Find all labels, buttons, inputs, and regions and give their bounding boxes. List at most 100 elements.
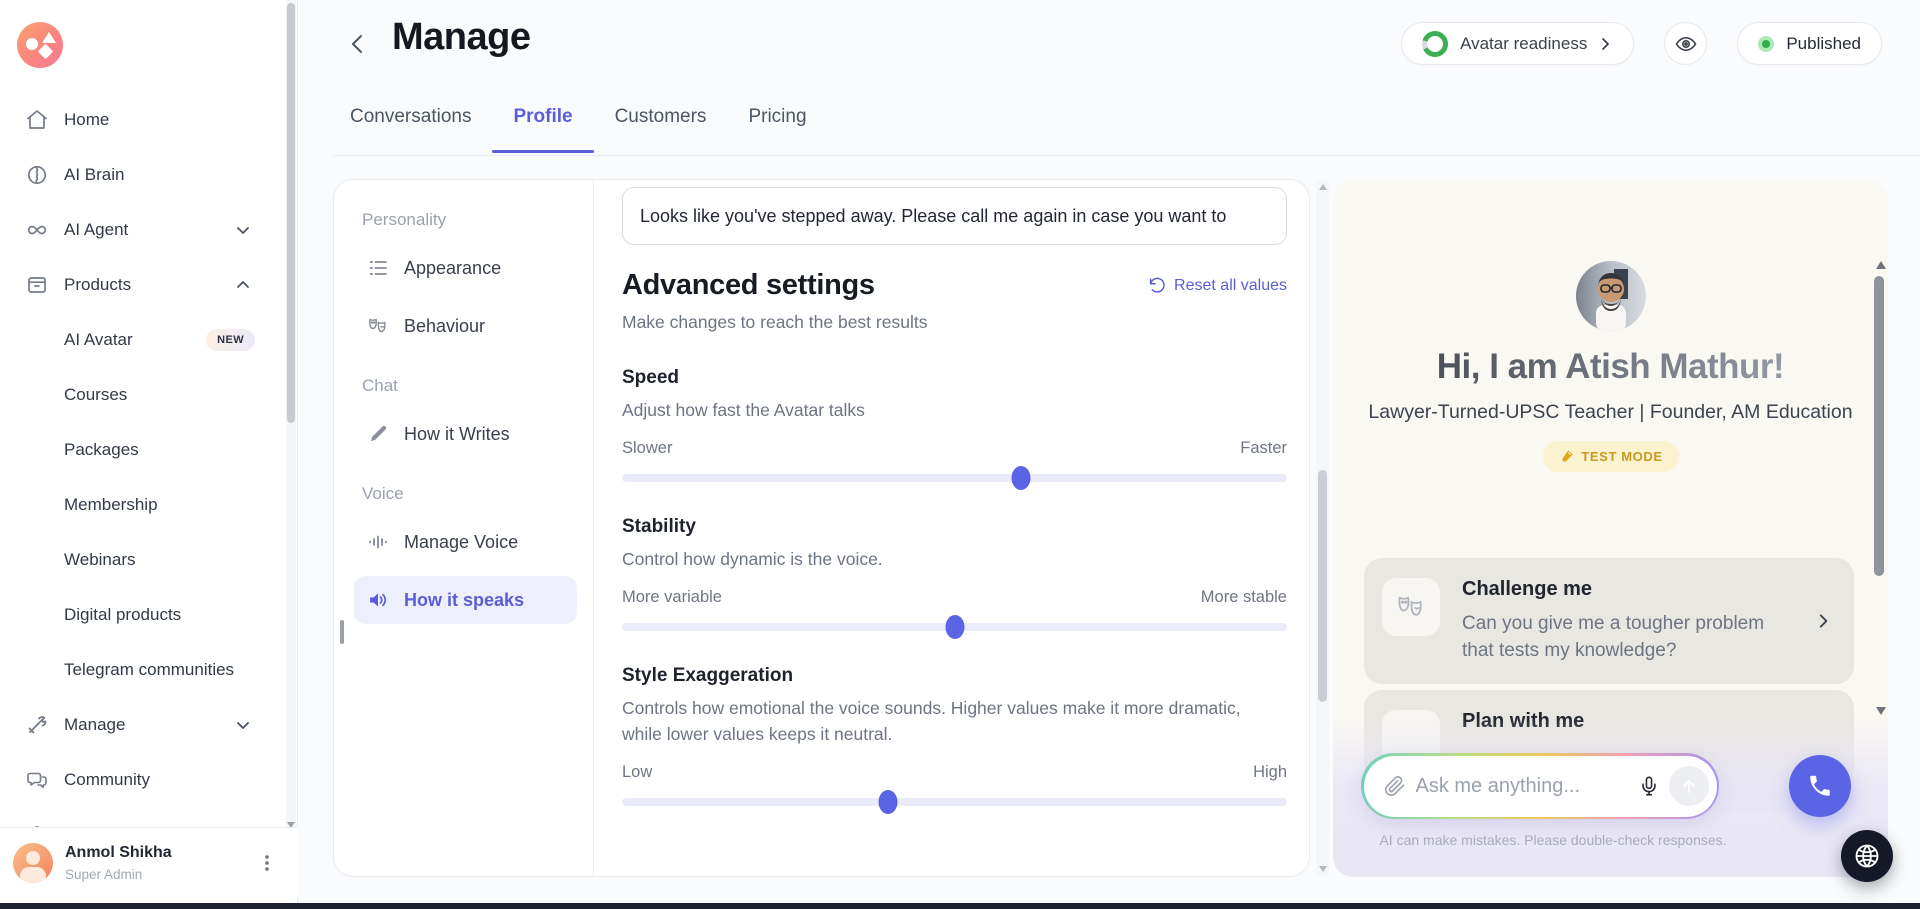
mic-icon[interactable] bbox=[1633, 770, 1665, 802]
panel-scrollbar-down-arrow[interactable] bbox=[1876, 707, 1886, 715]
sidebar-scrollbar[interactable] bbox=[286, 0, 296, 830]
logo-diamond-shape bbox=[38, 44, 54, 60]
style-exaggeration-slider[interactable] bbox=[622, 798, 1287, 806]
chevron-right-icon bbox=[1814, 612, 1832, 630]
panel-scrollbar-up-arrow[interactable] bbox=[1876, 261, 1886, 269]
tab-pricing[interactable]: Pricing bbox=[748, 100, 806, 134]
page-title: Manage bbox=[392, 16, 530, 59]
assistant-greeting: Hi, I am Atish Mathur! bbox=[1333, 347, 1888, 387]
published-dot-icon bbox=[1758, 36, 1774, 52]
tab-profile[interactable]: Profile bbox=[513, 100, 572, 134]
settings-nav-how-it-writes[interactable]: How it Writes bbox=[354, 410, 577, 458]
sidebar-scrollbar-thumb[interactable] bbox=[287, 3, 295, 423]
settings-nav-behaviour[interactable]: Behaviour bbox=[354, 302, 577, 350]
home-icon bbox=[25, 108, 49, 132]
preview-eye-button[interactable] bbox=[1664, 22, 1707, 65]
chat-bubbles-icon bbox=[25, 768, 49, 792]
paperclip-icon[interactable] bbox=[1384, 775, 1406, 797]
card-title: Plan with me bbox=[1462, 710, 1584, 733]
reset-all-values-button[interactable]: Reset all values bbox=[1148, 277, 1287, 295]
app-logo[interactable] bbox=[17, 22, 63, 68]
tools-icon bbox=[25, 713, 49, 737]
sidebar-item-label: Products bbox=[64, 275, 131, 295]
sidebar-item-label: Manage bbox=[64, 715, 125, 735]
header-actions: Avatar readiness Published bbox=[1401, 22, 1882, 65]
settings-nav-manage-voice[interactable]: Manage Voice bbox=[354, 518, 577, 566]
sidebar-item-ai-avatar[interactable]: AI Avatar NEW bbox=[0, 312, 285, 367]
avatar-readiness-label: Avatar readiness bbox=[1460, 34, 1587, 54]
call-button[interactable] bbox=[1789, 755, 1851, 817]
waveform-icon bbox=[366, 530, 390, 554]
settings-nav-appearance[interactable]: Appearance bbox=[354, 244, 577, 292]
sidebar-item-community[interactable]: Community bbox=[0, 752, 285, 807]
settings-scrollbar-up-arrow[interactable] bbox=[1319, 184, 1327, 190]
main-area: Manage Avatar readiness Published Conver… bbox=[298, 0, 1920, 903]
sidebar-item-home[interactable]: Home bbox=[0, 92, 285, 147]
away-message-input[interactable] bbox=[622, 187, 1287, 245]
slider-max-label: High bbox=[1253, 763, 1287, 782]
stability-slider-thumb[interactable] bbox=[945, 615, 964, 639]
ask-me-anything-input[interactable] bbox=[1416, 775, 1633, 798]
panel-scrollbar-thumb[interactable] bbox=[1874, 276, 1884, 576]
slider-min-label: Low bbox=[622, 763, 652, 782]
test-mode-label: TEST MODE bbox=[1581, 449, 1662, 464]
speed-slider[interactable] bbox=[622, 474, 1287, 482]
reset-label: Reset all values bbox=[1174, 277, 1287, 295]
settings-scrollbar[interactable] bbox=[1316, 179, 1329, 877]
language-globe-button[interactable] bbox=[1841, 830, 1893, 882]
test-mode-badge: TEST MODE bbox=[1542, 441, 1678, 472]
sidebar-item-packages[interactable]: Packages bbox=[0, 422, 285, 477]
sidebar-item-ai-brain[interactable]: AI Brain bbox=[0, 147, 285, 202]
chevron-up-icon bbox=[235, 277, 251, 293]
sidebar-item-products[interactable]: Products bbox=[0, 257, 285, 312]
tab-conversations[interactable]: Conversations bbox=[350, 100, 471, 134]
settings-scrollbar-down-arrow[interactable] bbox=[1319, 866, 1327, 872]
globe-icon bbox=[1853, 842, 1881, 870]
readiness-donut-icon bbox=[1422, 31, 1448, 57]
sidebar-item-membership[interactable]: Membership bbox=[0, 477, 285, 532]
assistant-subtitle: Lawyer-Turned-UPSC Teacher | Founder, AM… bbox=[1333, 401, 1888, 424]
slider-max-label: More stable bbox=[1201, 588, 1287, 607]
avatar-readiness-pill[interactable]: Avatar readiness bbox=[1401, 22, 1634, 65]
sidebar-item-manage[interactable]: Manage bbox=[0, 697, 285, 752]
pencil-icon bbox=[366, 422, 390, 446]
sidebar-item-webinars[interactable]: Webinars bbox=[0, 532, 285, 587]
speed-slider-thumb[interactable] bbox=[1012, 466, 1031, 490]
slider-title: Style Exaggeration bbox=[622, 665, 1287, 687]
brain-icon bbox=[25, 163, 49, 187]
published-label: Published bbox=[1786, 34, 1861, 54]
send-button[interactable] bbox=[1669, 766, 1709, 806]
sidebar: Home AI Brain AI Agent Products bbox=[0, 0, 298, 903]
stability-slider[interactable] bbox=[622, 623, 1287, 631]
sidebar-item-label: Home bbox=[64, 110, 109, 130]
settings-nav-label: Appearance bbox=[404, 258, 501, 279]
sidebar-item-label: Membership bbox=[64, 495, 158, 515]
style-exaggeration-setting: Style Exaggeration Controls how emotiona… bbox=[622, 665, 1287, 806]
settings-nav-how-it-speaks[interactable]: How it speaks bbox=[354, 576, 577, 624]
inner-nav-divider bbox=[593, 180, 594, 876]
kebab-menu-icon[interactable] bbox=[258, 853, 276, 873]
sidebar-item-courses[interactable]: Courses bbox=[0, 367, 285, 422]
suggestion-card-challenge-me[interactable]: Challenge me Can you give me a tougher p… bbox=[1364, 558, 1854, 684]
sidebar-item-telegram-communities[interactable]: Telegram communities bbox=[0, 642, 285, 697]
sidebar-item-ai-agent[interactable]: AI Agent bbox=[0, 202, 285, 257]
sidebar-item-label: Telegram communities bbox=[64, 660, 234, 680]
card-title: Challenge me bbox=[1462, 578, 1792, 601]
ai-disclaimer: AI can make mistakes. Please double-chec… bbox=[1333, 832, 1773, 848]
back-button[interactable] bbox=[344, 30, 372, 58]
speaker-icon bbox=[366, 588, 390, 612]
section-label-personality: Personality bbox=[362, 210, 577, 230]
eye-icon bbox=[1674, 32, 1698, 56]
settings-scrollbar-thumb[interactable] bbox=[1318, 470, 1327, 702]
sidebar-item-digital-products[interactable]: Digital products bbox=[0, 587, 285, 642]
phone-icon bbox=[1807, 773, 1833, 799]
products-icon bbox=[25, 273, 49, 297]
published-status-pill[interactable]: Published bbox=[1737, 22, 1882, 65]
profile-settings-card: Personality Appearance Behaviour Chat Ho… bbox=[333, 179, 1310, 877]
style-exaggeration-slider-thumb[interactable] bbox=[879, 790, 898, 814]
slider-max-label: Faster bbox=[1240, 439, 1287, 458]
tab-customers[interactable]: Customers bbox=[615, 100, 707, 134]
test-tube-icon bbox=[1558, 449, 1573, 464]
user-footer[interactable]: Anmol Shikha Super Admin bbox=[0, 827, 298, 897]
settings-content: Advanced settings Reset all values Make … bbox=[622, 180, 1287, 806]
